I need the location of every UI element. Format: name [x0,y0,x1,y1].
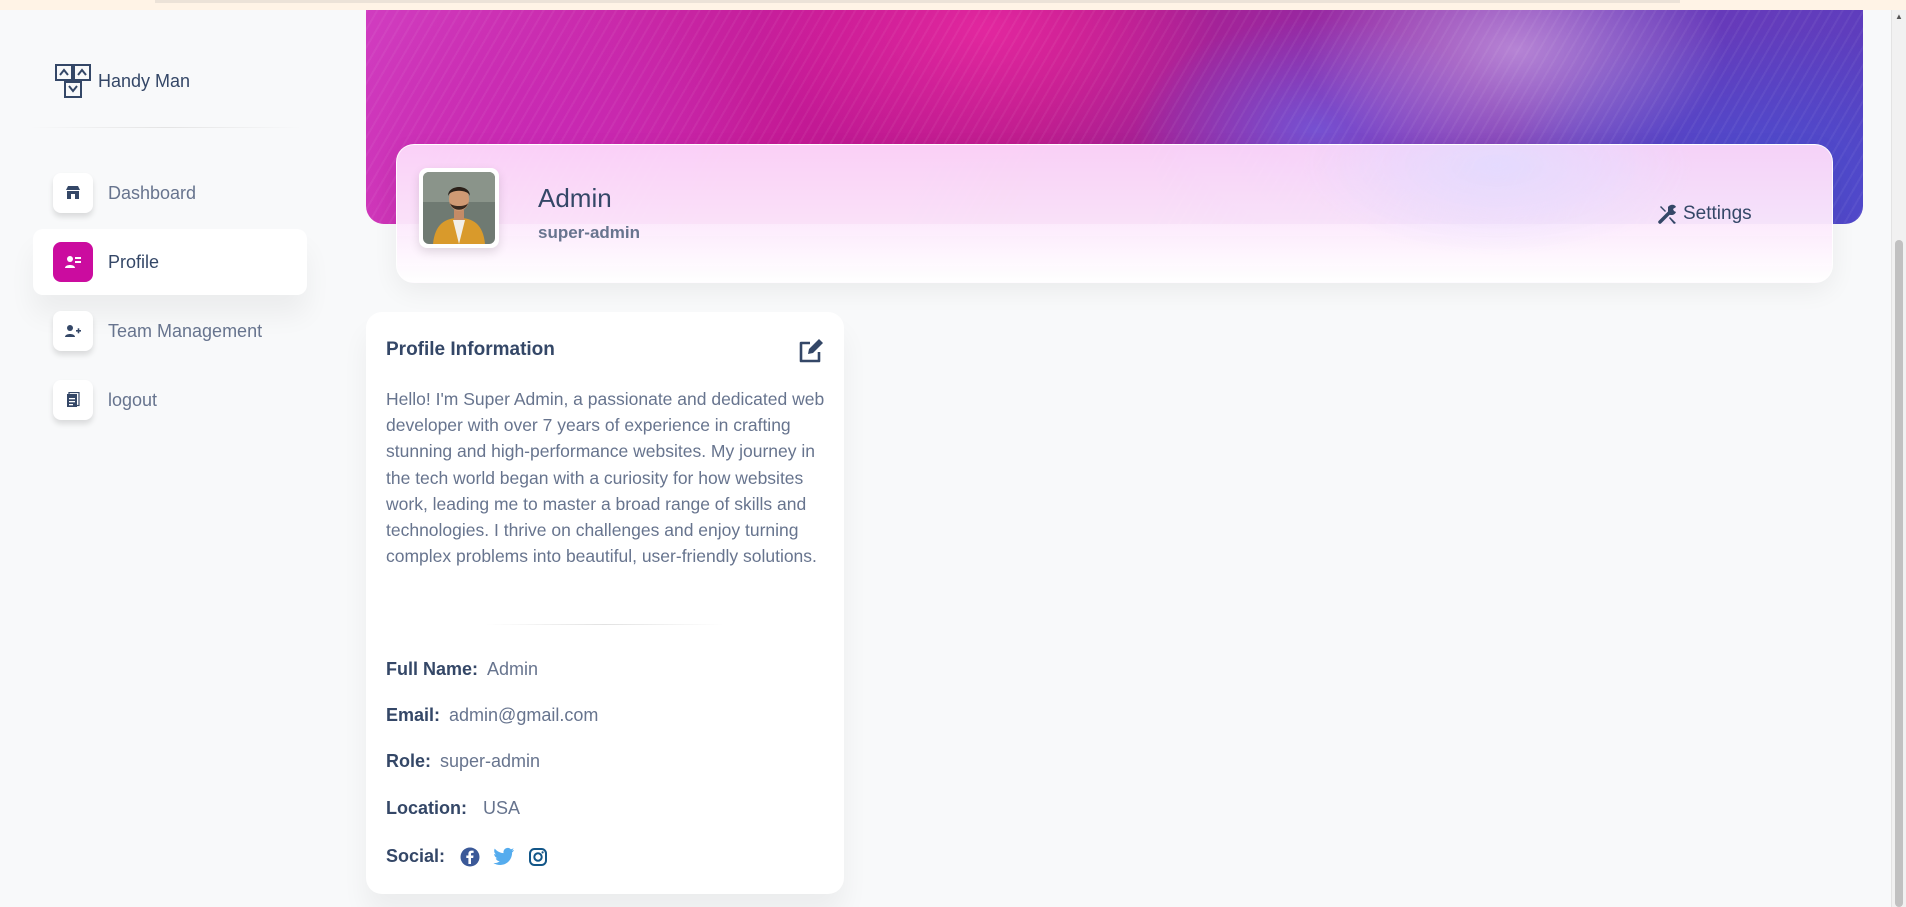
field-social: Social: [386,846,561,867]
sidebar-nav: Dashboard Profile Team Management logout [33,160,307,436]
field-location: Location: USA [386,798,520,819]
field-role: Role: super-admin [386,751,540,772]
add-user-icon [53,311,93,351]
brand-name: Handy Man [98,70,191,91]
handyman-logo-icon [54,63,92,99]
sidebar-item-profile[interactable]: Profile [33,229,307,295]
sidebar-item-label: logout [108,389,158,410]
field-label: Email: [386,705,441,725]
avatar [419,168,499,248]
profile-role: super-admin [538,223,641,242]
field-value: super-admin [440,751,541,771]
sidebar-item-logout[interactable]: logout [33,367,307,433]
sidebar-item-label: Team Management [108,320,263,341]
card-title: Profile Information [386,339,555,360]
field-value: admin@gmail.com [449,705,599,725]
sidebar: Handy Man Dashboard Profile Team Managem… [0,10,330,907]
twitter-icon[interactable] [493,847,515,867]
field-value: USA [483,798,521,818]
settings-button[interactable]: Settings [1657,203,1752,225]
instagram-icon[interactable] [528,847,548,867]
divider [486,624,724,625]
field-email: Email: admin@gmail.com [386,705,598,726]
page-scrollbar[interactable]: ▲ [1891,10,1906,907]
sidebar-item-label: Profile [108,251,160,272]
browser-top-strip [0,0,1906,10]
tools-icon [1657,203,1679,225]
sidebar-item-label: Dashboard [108,182,197,203]
sidebar-item-team-management[interactable]: Team Management [33,298,307,364]
edit-icon[interactable] [797,337,825,365]
shop-icon [53,173,93,213]
field-full-name: Full Name: Admin [386,659,538,680]
profile-bio: Hello! I'm Super Admin, a passionate and… [386,389,825,567]
document-icon [53,380,93,420]
settings-label: Settings [1683,203,1752,224]
field-label: Social: [386,846,446,866]
profile-information-card: Profile Information Hello! I'm Super Adm… [366,312,844,894]
scroll-up-icon[interactable]: ▲ [1892,10,1906,24]
field-label: Role: [386,751,431,771]
sidebar-divider [30,127,302,128]
field-label: Location: [386,798,467,818]
profile-header-card: Admin super-admin Settings [396,144,1833,283]
sidebar-item-dashboard[interactable]: Dashboard [33,160,307,226]
field-label: Full Name: [386,659,479,679]
field-value: Admin [487,659,539,679]
profile-name: Admin [538,183,612,213]
social-links [460,847,561,867]
facebook-icon[interactable] [460,847,480,867]
brand[interactable]: Handy Man [54,63,190,99]
profile-icon [53,242,93,282]
scrollbar-thumb[interactable] [1895,240,1903,907]
